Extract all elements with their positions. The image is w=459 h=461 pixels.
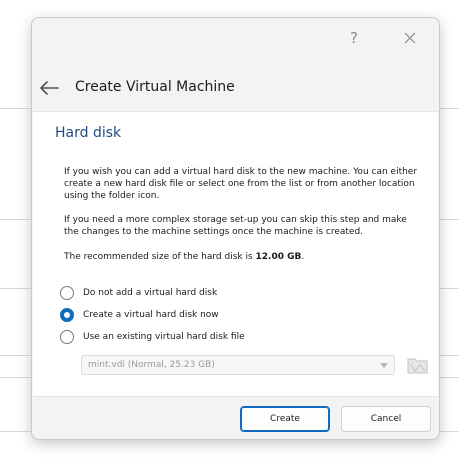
recommended-size-suffix: . <box>301 252 305 262</box>
page-title: Hard disk <box>55 125 122 141</box>
chevron-down-icon <box>380 363 388 368</box>
radio-button[interactable] <box>60 286 74 300</box>
background-divider <box>440 288 459 289</box>
back-button[interactable] <box>37 78 61 98</box>
description-paragraph: If you wish you can add a virtual hard d… <box>64 167 418 201</box>
create-vm-dialog: ? Create Virtual Machine Hard disk If yo… <box>31 17 440 440</box>
folder-icon <box>407 358 428 374</box>
choose-disk-file-button[interactable] <box>406 353 430 377</box>
dialog-header: Create Virtual Machine <box>32 68 439 108</box>
close-icon <box>404 32 416 44</box>
existing-disk-select[interactable]: mint.vdi (Normal, 25.23 GB) <box>81 355 395 375</box>
recommended-size-text: The recommended size of the hard disk is… <box>64 251 424 263</box>
background-divider <box>440 377 459 378</box>
background-divider <box>440 431 459 432</box>
cancel-button[interactable]: Cancel <box>341 406 431 432</box>
recommended-size-prefix: The recommended size of the hard disk is <box>64 252 256 262</box>
help-button[interactable]: ? <box>340 26 368 50</box>
background-divider <box>440 355 459 356</box>
background-divider <box>0 219 31 220</box>
existing-disk-value: mint.vdi (Normal, 25.23 GB) <box>88 360 215 370</box>
option-label: Use an existing virtual hard disk file <box>83 332 245 342</box>
close-button[interactable] <box>396 26 424 50</box>
background-divider <box>0 431 31 432</box>
background-divider <box>440 108 459 109</box>
background-divider <box>0 377 31 378</box>
option-create-disk[interactable]: Create a virtual hard disk now <box>60 306 219 324</box>
option-label: Create a virtual hard disk now <box>83 310 219 320</box>
radio-button[interactable] <box>60 330 74 344</box>
create-button[interactable]: Create <box>240 406 330 432</box>
hard-disk-page: Hard disk If you wish you can add a virt… <box>33 111 438 397</box>
background-divider <box>0 108 31 109</box>
option-existing-disk[interactable]: Use an existing virtual hard disk file <box>60 328 245 346</box>
background-divider <box>0 288 31 289</box>
storage-paragraph: If you need a more complex storage set-u… <box>64 215 407 237</box>
option-no-disk[interactable]: Do not add a virtual hard disk <box>60 284 217 302</box>
help-icon: ? <box>350 29 358 47</box>
dialog-title: Create Virtual Machine <box>75 79 235 95</box>
back-arrow-icon <box>40 81 59 95</box>
background-divider <box>440 219 459 220</box>
option-label: Do not add a virtual hard disk <box>83 288 218 298</box>
recommended-size-value: 12.00 GB <box>255 252 302 262</box>
background-divider <box>0 355 31 356</box>
radio-button-selected[interactable] <box>60 308 74 322</box>
